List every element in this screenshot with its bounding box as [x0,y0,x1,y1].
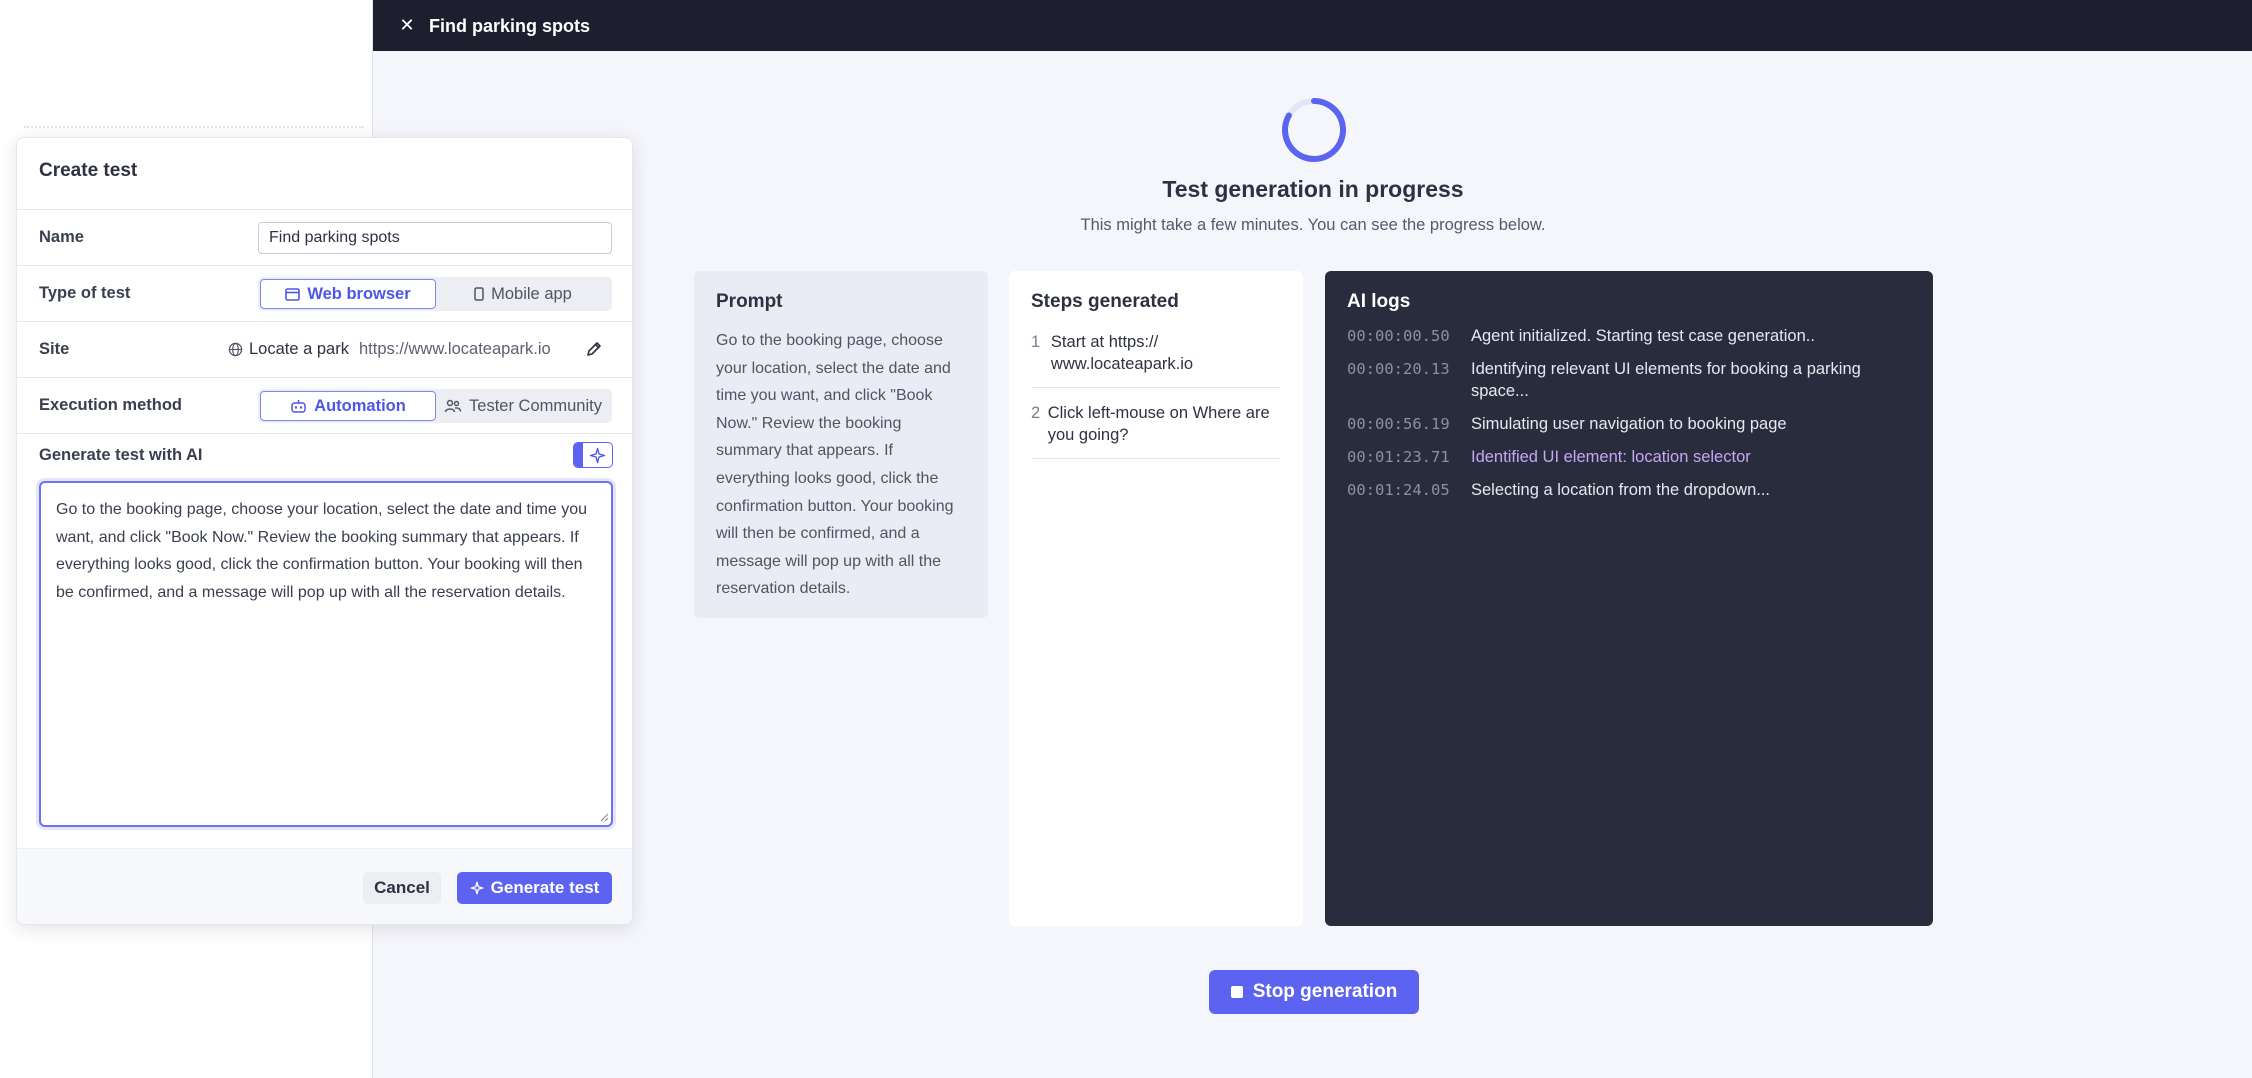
execution-label: Execution method [39,396,183,414]
modal-title: Create test [39,160,138,181]
overlay-title: Find parking spots [429,16,591,36]
steps-panel: Steps generated 1 Start at https:// www.… [1009,271,1303,926]
toggle-fill [574,443,583,467]
log-message: Identifying relevant UI elements for boo… [1471,360,1861,400]
status-subtext: This might take a few minutes. You can s… [1080,216,1546,234]
browser-icon [285,287,301,301]
log-message-highlighted: Identified UI element: location selector [1471,448,1751,466]
stop-generation-button[interactable]: Stop generation [1209,970,1419,1014]
step-item: 2 Click left-mouse on Where are you goin… [1031,398,1281,459]
log-message: Selecting a location from the dropdown..… [1471,481,1771,499]
resize-handle-icon[interactable] [599,812,609,822]
log-entry: 00:00:20.13 Identifying relevant UI elem… [1347,358,1911,402]
ai-toggle[interactable] [573,442,613,468]
step-text: Click left-mouse on Where are you going? [1047,404,1270,444]
mobile-app-label: Mobile app [491,284,572,303]
globe-icon [228,342,243,357]
step-item: 1 Start at https:// www.locateapark.io [1031,327,1281,388]
automation-label: Automation [314,396,406,415]
log-entry: 00:00:56.19 Simulating user navigation t… [1347,413,1911,435]
log-entry: 00:00:00.50 Agent initialized. Starting … [1347,325,1911,347]
close-icon[interactable]: ✕ [397,15,417,35]
overlay-topbar: ✕ Find parking spots [373,0,2252,51]
prompt-panel-text: Go to the booking page, choose your loca… [716,332,954,598]
background-divider [24,126,364,130]
generation-overlay: ✕ Find parking spots Test generation in … [372,0,2252,1078]
edit-icon[interactable] [585,340,603,358]
log-entry: 00:01:24.05 Selecting a location from th… [1347,479,1911,501]
automation-option[interactable]: Automation [260,391,436,421]
loading-spinner-icon [1282,98,1346,162]
people-icon [444,399,462,413]
modal-footer: Cancel Generate test [17,848,632,924]
step-number: 2 [1031,404,1041,422]
site-value: Locate a park https://www.locateapark.io [228,340,551,359]
generate-test-label: Generate test [490,878,600,897]
name-label: Name [39,228,84,246]
ai-prompt-textarea[interactable]: Go to the booking page, choose your loca… [39,481,613,827]
web-browser-option[interactable]: Web browser [260,279,436,309]
step-text: Start at https:// www.locateapark.io [1050,333,1194,373]
status-heading: Test generation in progress [1162,176,1464,202]
log-message: Simulating user navigation to booking pa… [1471,415,1787,433]
create-test-modal: Create test Name Type of test Web browse… [16,137,633,925]
log-timestamp: 00:00:56.19 [1347,415,1450,433]
log-timestamp: 00:01:23.71 [1347,448,1450,466]
robot-icon [291,399,306,413]
prompt-panel-title: Prompt [716,291,783,312]
stop-generation-label: Stop generation [1252,981,1398,1002]
site-name: Locate a park [249,340,349,358]
cancel-button[interactable]: Cancel [363,872,441,904]
tester-community-option[interactable]: Tester Community [436,391,610,421]
step-number: 1 [1031,333,1041,351]
ai-logs-title: AI logs [1347,291,1411,312]
ai-generate-label: Generate test with AI [39,446,203,464]
type-row: Type of test Web browser Mobile app [17,265,632,321]
stop-icon [1230,986,1243,998]
ai-logs-panel: AI logs 00:00:00.50 Agent initialized. S… [1325,271,1933,926]
test-type-selector: Web browser Mobile app [258,277,612,311]
log-timestamp: 00:00:00.50 [1347,327,1450,345]
type-label: Type of test [39,284,131,302]
generate-test-button[interactable]: Generate test [457,872,612,904]
mobile-app-option[interactable]: Mobile app [436,279,610,309]
web-browser-label: Web browser [307,284,411,303]
sparkle-icon [589,447,606,464]
log-entry: 00:01:23.71 Identified UI element: locat… [1347,446,1911,468]
sparkle-icon [470,881,484,895]
prompt-panel: Prompt Go to the booking page, choose yo… [694,271,988,618]
ai-divider [17,433,632,434]
log-timestamp: 00:00:20.13 [1347,360,1450,378]
tester-community-label: Tester Community [469,396,602,415]
execution-row: Execution method Automation Tester Commu… [17,377,632,433]
name-row: Name [17,209,632,265]
steps-panel-title: Steps generated [1031,291,1179,312]
site-row: Site Locate a park https://www.locateapa… [17,321,632,377]
log-timestamp: 00:01:24.05 [1347,481,1450,499]
site-url: https://www.locateapark.io [358,340,551,358]
execution-method-selector: Automation Tester Community [258,389,612,423]
mobile-icon [474,287,484,301]
name-input[interactable] [258,222,612,254]
site-label: Site [39,340,70,358]
log-message: Agent initialized. Starting test case ge… [1471,327,1815,345]
